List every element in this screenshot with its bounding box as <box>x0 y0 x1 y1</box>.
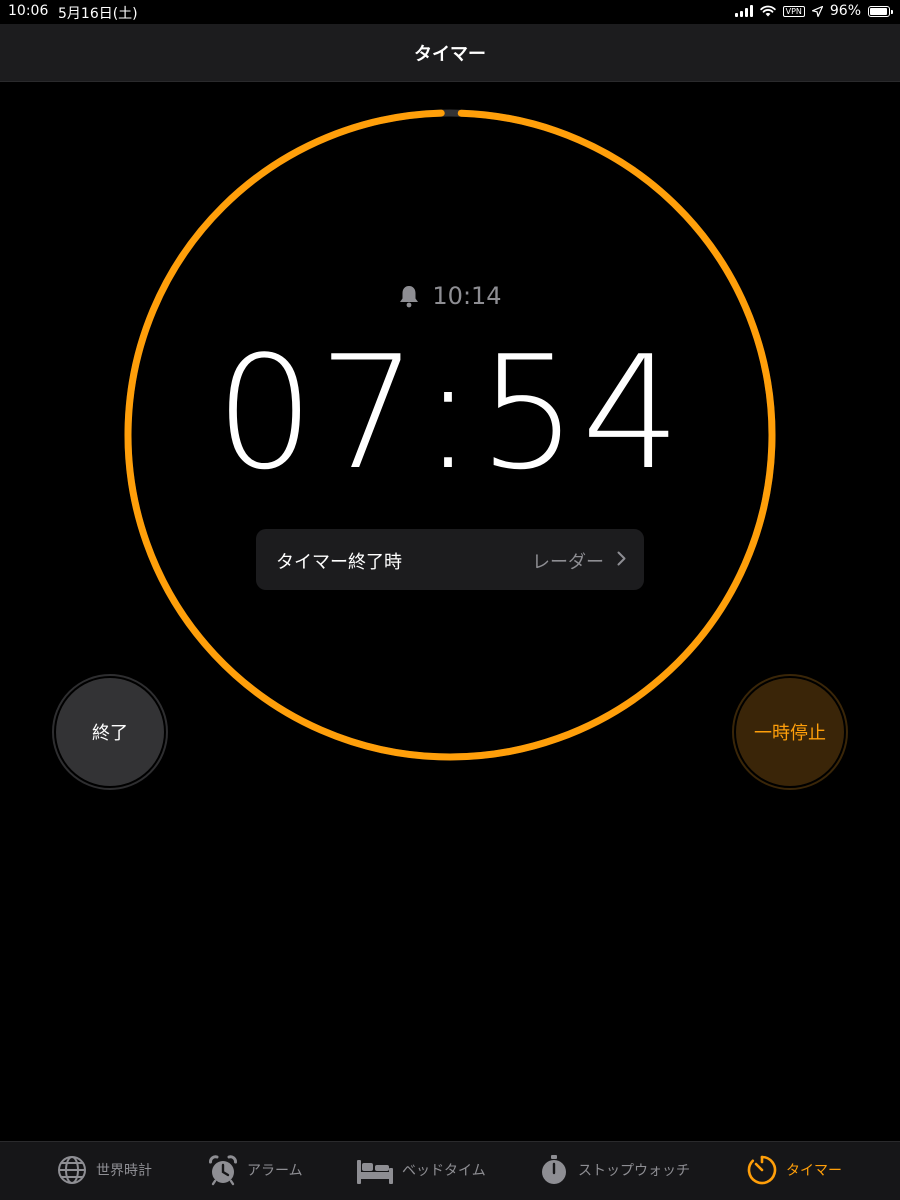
alarm-clock-icon <box>209 1155 237 1186</box>
timer-progress-ring <box>124 109 776 761</box>
cancel-button-label: 終了 <box>92 723 128 744</box>
tab-timer[interactable]: タイマー <box>746 1154 842 1186</box>
battery-fill <box>870 7 888 15</box>
vpn-badge: VPN <box>782 5 805 17</box>
cancel-button[interactable]: 終了 <box>52 674 168 790</box>
status-indicators: VPN 96% <box>734 3 893 19</box>
status-date: 5月16日(土) <box>58 6 138 22</box>
tab-label: ストップウォッチ <box>578 1163 690 1179</box>
location-arrow-icon <box>811 5 823 17</box>
wifi-icon <box>759 5 776 17</box>
cancel-button-face: 終了 <box>56 678 164 786</box>
tab-bar: 世界時計 アラーム ベッドタイム ストップウォッチ タイマー <box>0 1141 900 1200</box>
tab-bedtime[interactable]: ベッドタイム <box>356 1154 486 1186</box>
tab-label: タイマー <box>786 1163 842 1179</box>
battery-icon <box>868 5 893 17</box>
tab-alarm[interactable]: アラーム <box>207 1154 303 1186</box>
navigation-bar: タイマー <box>0 24 900 82</box>
timer-icon <box>747 1155 777 1185</box>
timer-screen: 10:06 5月16日(土) VPN 96% タイマー 10:14 07:54 … <box>0 0 900 1200</box>
cellular-signal-icon <box>734 5 753 17</box>
tab-label: 世界時計 <box>96 1163 152 1179</box>
bell-icon <box>400 286 419 308</box>
tab-label: アラーム <box>247 1163 303 1179</box>
pause-button[interactable]: 一時停止 <box>732 674 848 790</box>
bed-icon <box>357 1160 393 1184</box>
globe-icon <box>58 1156 86 1184</box>
pause-button-label: 一時停止 <box>754 723 826 744</box>
countdown-display: 07:54 <box>215 322 685 504</box>
tab-world-clock[interactable]: 世界時計 <box>56 1154 152 1186</box>
tab-stopwatch[interactable]: ストップウォッチ <box>538 1154 690 1186</box>
sound-row-value: レーダー <box>532 552 604 573</box>
chevron-right-icon <box>617 551 626 566</box>
battery-percent: 96% <box>829 3 861 19</box>
page-title: タイマー <box>414 44 486 65</box>
timer-end-sound-row[interactable]: タイマー終了時 レーダー <box>256 529 644 590</box>
stopwatch-icon <box>542 1155 566 1184</box>
end-time-text: 10:14 <box>432 282 502 310</box>
status-time: 10:06 <box>8 3 49 19</box>
sound-row-label: タイマー終了時 <box>276 552 402 573</box>
tab-label: ベッドタイム <box>402 1163 486 1179</box>
status-bar: 10:06 5月16日(土) VPN 96% <box>0 0 900 24</box>
timer-end-time: 10:14 <box>0 282 900 310</box>
pause-button-face: 一時停止 <box>736 678 844 786</box>
